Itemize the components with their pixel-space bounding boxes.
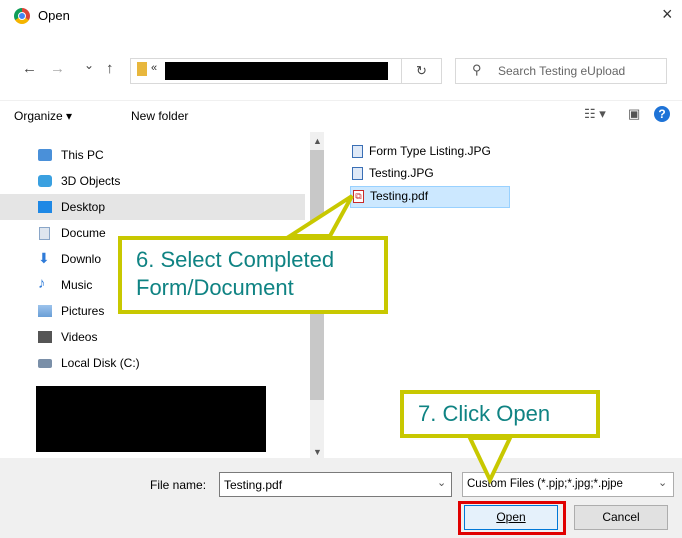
callout-tail-step7 [466, 436, 514, 485]
step6-callout: 6. Select Completed Form/Document [118, 236, 388, 314]
callout-tail-step6 [283, 194, 354, 238]
step7-callout: 7. Click Open [400, 390, 600, 438]
